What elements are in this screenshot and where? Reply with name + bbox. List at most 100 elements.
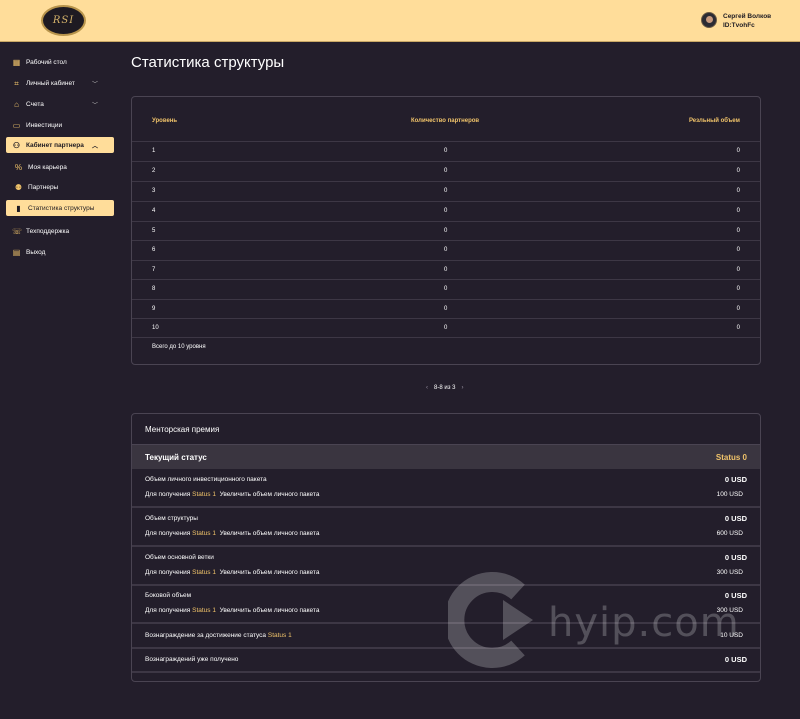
- table-row: 10 0 0: [132, 318, 760, 338]
- requirement-action: Увеличить объем личного пакета: [219, 530, 320, 537]
- reward-label: Вознаграждение за достижение статуса Sta…: [145, 632, 292, 639]
- table-row: 9 0 0: [132, 299, 760, 319]
- column-header-level: Уровень: [152, 118, 178, 124]
- requirement-action: Увеличить объем личного пакета: [219, 491, 320, 498]
- reward-status: Status 1: [267, 632, 292, 639]
- sidebar-item-label: Техподдержка: [26, 227, 70, 235]
- user-name: Сергей Волков: [723, 13, 772, 20]
- requirement-amount: 0 USD: [724, 514, 747, 523]
- column-header-volume: Резльный объем: [688, 118, 740, 124]
- page-title: Статистика структуры: [131, 54, 285, 71]
- brand-logo[interactable]: RSI: [41, 5, 86, 36]
- card-title: Менторская премия: [145, 425, 220, 434]
- cell-level: 8: [152, 286, 156, 292]
- reward-block: Вознаграждение за достижение статуса Sta…: [132, 624, 760, 649]
- table-row: 3 0 0: [132, 181, 760, 201]
- table-row: 7 0 0: [132, 260, 760, 280]
- user-info[interactable]: Сергей Волков ID:TvohFc: [723, 12, 771, 30]
- cell-volume: 0: [736, 325, 740, 331]
- requirement-target: 100 USD: [716, 491, 743, 498]
- cell-partners: 0: [444, 168, 448, 174]
- requirement-block: Объем основной ветки 0 USD Для получения…: [132, 547, 760, 586]
- requirement-title: Объем личного инвестиционного пакета: [145, 476, 267, 483]
- exit-icon: ▤: [12, 247, 21, 257]
- bar-chart-icon: ▮: [16, 203, 21, 213]
- cell-partners: 0: [444, 148, 448, 154]
- reward-text: Вознаграждение за достижение статуса: [145, 632, 267, 639]
- requirement-amount: 0 USD: [724, 591, 747, 600]
- cell-level: 6: [152, 247, 156, 253]
- requirement-target: 300 USD: [716, 569, 743, 576]
- requirement-block: Объем личного инвестиционного пакета 0 U…: [132, 469, 760, 508]
- requirement-prefix: Для получения: [145, 569, 191, 576]
- cell-partners: 0: [444, 325, 448, 331]
- cell-volume: 0: [736, 267, 740, 273]
- received-block: Вознаграждений уже получено 0 USD: [132, 649, 760, 673]
- cell-partners: 0: [444, 208, 448, 214]
- cell-level: 1: [152, 148, 156, 154]
- cell-partners: 0: [444, 228, 448, 234]
- requirement-status: Status 1: [192, 607, 216, 614]
- sidebar-item-accounts[interactable]: ⌂ Счета ﹀: [6, 96, 114, 112]
- chevron-down-icon: ﹀: [91, 103, 98, 109]
- sidebar-item-partners[interactable]: ⚉ Партнеры: [6, 179, 114, 195]
- status-label: Текущий статус: [145, 453, 207, 462]
- table-row: 4 0 0: [132, 201, 760, 221]
- sidebar-item-personal-cabinet[interactable]: ⌗ Личный кабинет ﹀: [6, 75, 114, 91]
- bank-icon: ⌂: [14, 99, 19, 109]
- requirement-target: 600 USD: [716, 530, 743, 537]
- sidebar-item-logout[interactable]: ▤ Выход: [6, 244, 114, 260]
- cell-level: 7: [152, 267, 156, 273]
- cell-volume: 0: [736, 228, 740, 234]
- top-header: RSI Сергей Волков ID:TvohFc: [0, 0, 800, 42]
- sidebar-item-label: Выход: [26, 248, 46, 256]
- cell-level: 2: [152, 168, 156, 174]
- sidebar-item-support[interactable]: ☏ Техподдержка: [6, 223, 114, 239]
- mentor-bonus-card: Менторская премия Текущий статус Status …: [131, 413, 761, 682]
- sidebar-item-label: Личный кабинет: [26, 79, 75, 87]
- current-status-bar: Текущий статус Status 0: [132, 444, 760, 469]
- table-row: 2 0 0: [132, 161, 760, 181]
- requirement-title: Объем структуры: [145, 515, 198, 522]
- cell-volume: 0: [736, 286, 740, 292]
- cell-volume: 0: [736, 168, 740, 174]
- cell-partners: 0: [444, 188, 448, 194]
- sidebar-item-label: Счета: [26, 100, 44, 108]
- table-row: 1 0 0: [132, 141, 760, 161]
- sidebar-item-label: Статистика структуры: [28, 204, 95, 212]
- sidebar-item-partner-cabinet[interactable]: ⚇ Кабинет партнера ︿: [6, 137, 114, 153]
- received-label: Вознаграждений уже получено: [145, 656, 239, 663]
- requirement-block: Объем структуры 0 USD Для получения Stat…: [132, 508, 760, 547]
- requirement-detail: Для получения Status 1 Увеличить объем л…: [145, 491, 319, 498]
- cell-volume: 0: [736, 247, 740, 253]
- sidebar-item-structure-stats[interactable]: ▮ Статистика структуры: [6, 200, 114, 216]
- partner-icon: ⚇: [12, 140, 21, 150]
- sidebar-item-label: Моя карьера: [28, 163, 67, 171]
- cell-partners: 0: [444, 286, 448, 292]
- requirement-prefix: Для получения: [145, 607, 191, 614]
- requirement-status: Status 1: [192, 491, 216, 498]
- percent-icon: %: [14, 162, 23, 172]
- chevron-up-icon: ︿: [91, 144, 98, 150]
- requirement-target: 300 USD: [716, 607, 743, 614]
- sidebar-item-investments[interactable]: ▭ Инвестиции: [6, 117, 114, 133]
- pagination: ‹ 8-8 из 3 ›: [426, 385, 463, 391]
- reward-amount: 10 USD: [720, 632, 743, 639]
- sidebar-item-dashboard[interactable]: ▦ Рабочий стол: [6, 54, 114, 70]
- avatar[interactable]: [701, 12, 717, 28]
- sidebar-item-label: Рабочий стол: [26, 58, 67, 66]
- requirement-detail: Для получения Status 1 Увеличить объем л…: [145, 607, 319, 614]
- next-page-button[interactable]: ›: [461, 385, 463, 391]
- requirement-action: Увеличить объем личного пакета: [219, 607, 320, 614]
- prev-page-button[interactable]: ‹: [426, 385, 428, 391]
- column-header-partners: Количество партнеров: [411, 118, 480, 124]
- requirement-status: Status 1: [192, 569, 216, 576]
- sidebar-item-label: Инвестиции: [26, 121, 63, 129]
- cell-volume: 0: [736, 188, 740, 194]
- sidebar-item-my-career[interactable]: % Моя карьера: [6, 159, 114, 175]
- cell-partners: 0: [444, 267, 448, 273]
- requirement-detail: Для получения Status 1 Увеличить объем л…: [145, 569, 319, 576]
- received-amount: 0 USD: [724, 655, 747, 664]
- table-row: 5 0 0: [132, 221, 760, 241]
- cell-volume: 0: [736, 306, 740, 312]
